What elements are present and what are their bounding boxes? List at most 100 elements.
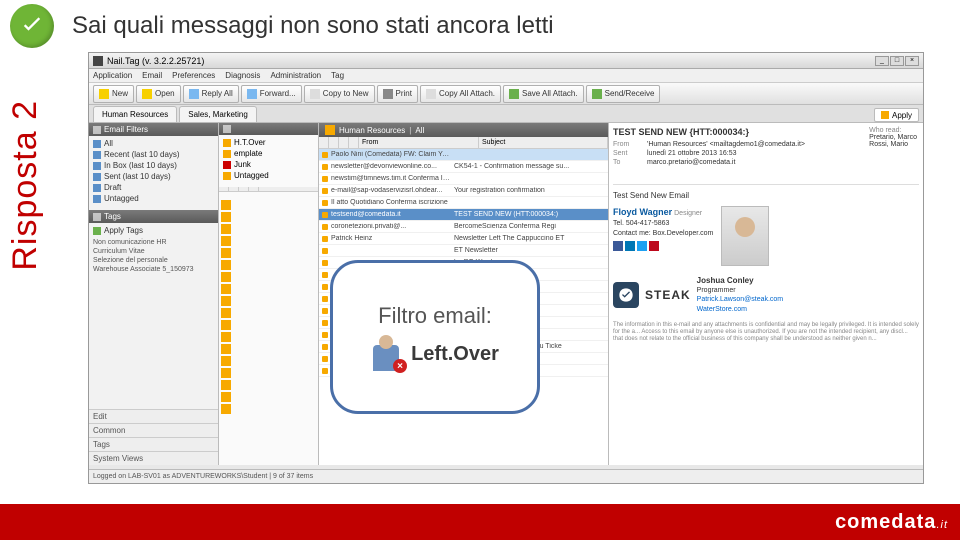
tag-item[interactable]: Warehouse Associate 5_150973 [89,265,218,274]
message-row[interactable]: ET Newsletter [319,245,608,257]
tabbar: Human Resources Sales, Marketing Apply [89,105,923,123]
body-title: Test Send New Email [613,191,919,200]
menu-item[interactable]: Tag [331,71,344,80]
tab-sales[interactable]: Sales, Marketing [179,106,257,122]
message-row[interactable]: Patrick HeinzNewsletter Left The Cappucc… [319,233,608,245]
filter-item[interactable]: Draft [91,182,216,193]
mid-filter-item[interactable]: Untagged [221,170,316,181]
statusbar: Logged on LAB-SV01 as ADVENTUREWORKS\Stu… [89,469,923,483]
folder-icon[interactable] [221,368,231,378]
folder-icon[interactable] [221,380,231,390]
filters-header: Email Filters [89,123,218,136]
maximize-button[interactable]: □ [890,56,904,66]
menu-item[interactable]: Application [93,71,132,80]
tag-item[interactable]: Selezione del personale [89,256,218,265]
folder-icon[interactable] [221,308,231,318]
check-badge-icon [10,4,54,48]
folder-icon[interactable] [221,404,231,414]
message-row[interactable]: Il atto Quotidiano Conferma iscrizione [319,197,608,209]
save-attach-button[interactable]: Save All Attach. [503,85,584,103]
mid-filter-item[interactable]: Junk [221,159,316,170]
toolbar: New Open Reply All Forward... Copy to Ne… [89,83,923,105]
message-row[interactable]: newstim@timnews.tim.it Conferma Iscrizio… [319,173,608,185]
messages-header: Human Resources | All [319,123,608,137]
tab-hr[interactable]: Human Resources [93,106,177,122]
menu-item[interactable]: Preferences [172,71,215,80]
edit-panel[interactable]: Edit [89,409,218,423]
callout-bubble: Filtro email: × Left.Over [330,260,540,414]
menubar[interactable]: Application Email Preferences Diagnosis … [89,69,923,83]
leftover-icon: × [371,337,405,371]
filter-item[interactable]: All [91,138,216,149]
close-button[interactable]: × [905,56,919,66]
print-button[interactable]: Print [377,85,418,103]
who-read: Who read: Pretario, Marco Rossi, Mario [869,127,917,148]
steak-signature: STEAK Joshua Conley Programmer Patrick.L… [613,276,919,314]
menu-item[interactable]: Email [142,71,162,80]
message-row[interactable]: coronetezioni.privati@...BercomeScienza … [319,221,608,233]
slide-footer: comedata.it [0,504,960,540]
titlebar: Nail.Tag (v. 3.2.2.25721) _ □ × [89,53,923,69]
steak-logo-icon [613,282,639,308]
sidebar: Email Filters AllRecent (last 10 days)In… [89,123,219,465]
contact-card: Floyd Wagner Designer Tel. 504-417-5863 … [613,206,919,266]
new-button[interactable]: New [93,85,134,103]
folder-icon[interactable] [221,260,231,270]
apply-button[interactable]: Apply [874,108,919,122]
message-row[interactable]: newsletter@devonviewonline.co...CK54-1 -… [319,161,608,173]
tags-header: Tags [89,210,218,223]
mid-column: H.T.OveremplateJunkUntagged [219,123,319,465]
folder-icon[interactable] [221,320,231,330]
common-panel[interactable]: Common [89,423,218,437]
folder-icon[interactable] [221,212,231,222]
footer-logo: comedata.it [835,511,948,534]
leftover-label: Left.Over [411,343,499,366]
folder-icon[interactable] [221,392,231,402]
folder-icon[interactable] [221,344,231,354]
copy-new-button[interactable]: Copy to New [304,85,375,103]
folder-icon[interactable] [221,332,231,342]
minimize-button[interactable]: _ [875,56,889,66]
tags-panel[interactable]: Tags [89,437,218,451]
copy-attach-button[interactable]: Copy All Attach. [420,85,501,103]
mid-filter-item[interactable]: H.T.Over [221,137,316,148]
open-button[interactable]: Open [136,85,181,103]
folder-icon[interactable] [221,248,231,258]
filter-item[interactable]: Untagged [91,193,216,204]
mid-header [219,123,318,135]
forward-button[interactable]: Forward... [241,85,302,103]
tag-item[interactable]: Non comunicazione HR [89,238,218,247]
menu-item[interactable]: Diagnosis [225,71,260,80]
twitter-icon[interactable] [637,241,647,251]
reply-all-button[interactable]: Reply All [183,85,239,103]
linkedin-icon[interactable] [625,241,635,251]
filter-item[interactable]: In Box (last 10 days) [91,160,216,171]
column-headers[interactable]: From Subject [319,137,608,149]
system-panel[interactable]: System Views [89,451,218,465]
mid-filter-item[interactable]: emplate [221,148,316,159]
slide-title: Sai quali messaggi non sono stati ancora… [72,12,554,40]
callout-title: Filtro email: [378,303,492,329]
send-receive-button[interactable]: Send/Receive [586,85,661,103]
menu-item[interactable]: Administration [270,71,321,80]
filter-item[interactable]: Sent (last 10 days) [91,171,216,182]
folder-icon[interactable] [221,272,231,282]
folder-icon[interactable] [221,200,231,210]
message-row[interactable]: testsend@comedata.itTEST SEND NEW (HTT:0… [319,209,608,221]
tag-item[interactable]: Curriculum Vitae [89,247,218,256]
facebook-icon[interactable] [613,241,623,251]
avatar [721,206,769,266]
window-title: Nail.Tag (v. 3.2.2.25721) [107,56,204,66]
pinterest-icon[interactable] [649,241,659,251]
folder-icon[interactable] [221,296,231,306]
folder-icon[interactable] [221,224,231,234]
message-row[interactable]: e-mail@sap-vodaservizisrl.ohdear...Your … [319,185,608,197]
message-row[interactable]: Paolo Nini (Comedata) FW: Claim Your Gra… [319,149,608,161]
folder-icon[interactable] [221,284,231,294]
side-label: Risposta 2 [6,100,45,271]
app-icon [93,56,103,66]
folder-icon[interactable] [221,356,231,366]
filter-item[interactable]: Recent (last 10 days) [91,149,216,160]
folder-icon[interactable] [221,236,231,246]
apply-tags[interactable]: Apply Tags [91,225,216,236]
